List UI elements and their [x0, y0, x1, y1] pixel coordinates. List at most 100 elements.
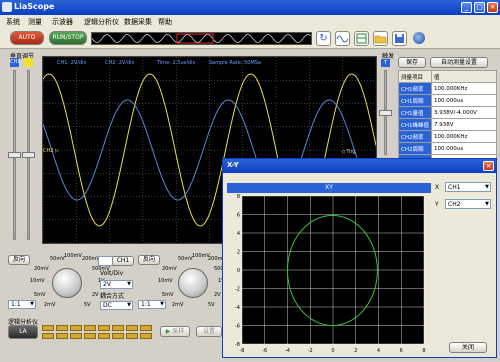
save-button[interactable]: 保存	[398, 57, 426, 68]
table-cell: 100.000KHz	[430, 130, 497, 143]
menu-help[interactable]: 帮助	[158, 17, 172, 27]
waveform-overview[interactable]	[91, 32, 312, 45]
play-icon: ▶	[165, 328, 171, 335]
trigger-level-marker[interactable]: ◁ Trig	[341, 149, 355, 155]
logic-channel-led	[126, 333, 138, 339]
timebase-readout: Time: 2.5us/div	[157, 60, 196, 66]
dial-tick-label: 5mV	[34, 292, 46, 298]
measure-icon[interactable]	[354, 31, 369, 46]
table-row[interactable]: CH2频率 100.000KHz	[398, 130, 497, 143]
ch2-volt-dial-group: 50mV 100mV 200mV 20mV 500mV 10mV 1V 5mV …	[158, 253, 232, 308]
ch1-offset-handle[interactable]	[8, 152, 21, 158]
menu-system[interactable]: 系统	[6, 17, 20, 27]
auto-measure-settings-button[interactable]: 自动测量设置	[430, 57, 488, 68]
minimize-button[interactable]: _	[461, 2, 472, 13]
table-row[interactable]: CH1量值 3.938V/-4.000V	[398, 106, 497, 119]
dial-tick-label: 100mV	[64, 253, 82, 259]
table-cell: CH1峰峰值	[398, 118, 432, 131]
logic-channel-led	[140, 333, 152, 339]
ch2-probe-select[interactable]: 1:1 ▼	[138, 300, 166, 309]
ch1-scale-readout: CH1: 2V/div	[57, 60, 87, 66]
logic-channel-leds	[42, 325, 154, 341]
ch2-offset-handle[interactable]	[22, 152, 35, 158]
table-row[interactable]: CH2周期 100.000us	[398, 142, 497, 155]
volt-div-select[interactable]: 2V ▼	[100, 280, 133, 289]
table-row[interactable]: CH1频率 100.000KHz	[398, 82, 497, 95]
overview-waveform	[91, 33, 312, 44]
dial-tick-label: 2V	[92, 292, 99, 298]
volt-div-value: 2V	[103, 281, 111, 288]
close-button[interactable]: 关闭	[449, 342, 487, 353]
y-channel-label: Y	[435, 201, 439, 208]
dial-tick-label: 10mV	[30, 278, 45, 284]
ch1-enable-button[interactable]: CH1	[112, 256, 134, 266]
info-icon[interactable]	[413, 32, 425, 44]
coupling-select[interactable]: DC ▼	[100, 301, 133, 310]
logic-channel-led	[84, 325, 96, 331]
logic-channel-led	[98, 333, 110, 339]
menu-oscilloscope[interactable]: 示波器	[52, 17, 73, 27]
menu-logic-analyzer[interactable]: 逻辑分析仪	[84, 17, 119, 27]
trigger-channel-indicator[interactable]: T	[381, 59, 390, 67]
maximize-button[interactable]: □	[474, 2, 485, 13]
collect-button[interactable]: ▶ 采样	[160, 326, 190, 337]
logic-channel-led	[56, 333, 68, 339]
measurement-table: 测量项目 值 CH1频率 100.000KHz CH1周期 100.000us …	[398, 70, 497, 167]
dial-tick-label: 20mV	[34, 266, 49, 272]
ch1-probe-select[interactable]: 1:1 ▼	[8, 300, 36, 309]
y-tick-label: 4	[237, 231, 240, 237]
dial-tick-label: 2V	[214, 292, 221, 298]
refresh-icon[interactable]: ↻	[316, 31, 331, 46]
xy-plot: -8 -6 -4 -2 0 2 4 6 8 8 6 4 2 0 -2 -4 -6 -8	[235, 194, 426, 354]
chevron-down-icon: ▼	[127, 281, 131, 287]
ch2-zero-marker[interactable]: CH2 ▷	[43, 148, 59, 154]
table-header: 值	[430, 70, 497, 83]
table-cell: CH1周期	[398, 94, 432, 107]
waveform-icon[interactable]	[335, 31, 350, 46]
close-icon[interactable]: ×	[483, 161, 494, 171]
ch2-volt-knob[interactable]	[178, 268, 208, 298]
xy-window-title-bar: X-Y ×	[223, 159, 496, 173]
x-tick-label: -8	[240, 348, 245, 354]
table-cell: 3.938V/-4.000V	[430, 106, 497, 119]
run-stop-button[interactable]: RUN/STOP	[49, 31, 87, 45]
menu-measure[interactable]: 测量	[28, 17, 42, 27]
ch1-indicator[interactable]: CH1	[10, 58, 20, 67]
ch1-volt-knob[interactable]	[52, 268, 82, 298]
xy-plot-title: XY	[227, 183, 431, 193]
ch1-invert-button[interactable]: 反向	[8, 255, 30, 265]
y-channel-select[interactable]: CH2 ▼	[445, 199, 491, 209]
logic-analyzer-button[interactable]: LA	[8, 325, 38, 339]
logic-settings-button[interactable]: 设置	[196, 326, 222, 337]
save-icon[interactable]	[392, 31, 407, 46]
close-button[interactable]: ×	[487, 2, 498, 13]
ch2-invert-button[interactable]: 反向	[138, 255, 160, 265]
dial-tick-label: 50mV	[50, 256, 65, 262]
x-channel-select[interactable]: CH1 ▼	[445, 182, 491, 192]
folder-icon[interactable]	[373, 31, 388, 46]
y-tick-label: -4	[235, 305, 240, 311]
x-tick-label: -4	[285, 348, 290, 354]
table-row[interactable]: CH1周期 100.000us	[398, 94, 497, 107]
dial-tick-label: 2mV	[172, 302, 184, 308]
table-cell: 100.000us	[430, 94, 497, 107]
table-cell: CH2频率	[398, 130, 432, 143]
ch2-indicator[interactable]	[24, 58, 33, 67]
y-tick-label: 2	[237, 250, 240, 256]
logic-channel-led	[42, 325, 54, 331]
menu-data-acquisition[interactable]: 数据采集	[124, 17, 152, 27]
table-cell: 7.938V	[430, 118, 497, 131]
table-cell: CH1量值	[398, 106, 432, 119]
y-tick-label: 0	[237, 268, 240, 274]
table-row[interactable]: CH1峰峰值 7.938V	[398, 118, 497, 131]
toolbar: AUTO RUN/STOP ↻	[0, 27, 500, 49]
trigger-level-handle[interactable]	[379, 110, 392, 116]
app-icon	[2, 2, 12, 12]
table-cell: CH2周期	[398, 142, 432, 155]
x-tick-label: 0	[331, 348, 334, 354]
dial-tick-label: 50mV	[178, 256, 193, 262]
y-tick-label: -2	[235, 287, 240, 293]
auto-button[interactable]: AUTO	[10, 31, 44, 45]
collect-label: 采样	[172, 328, 185, 335]
logic-channel-led	[84, 333, 96, 339]
